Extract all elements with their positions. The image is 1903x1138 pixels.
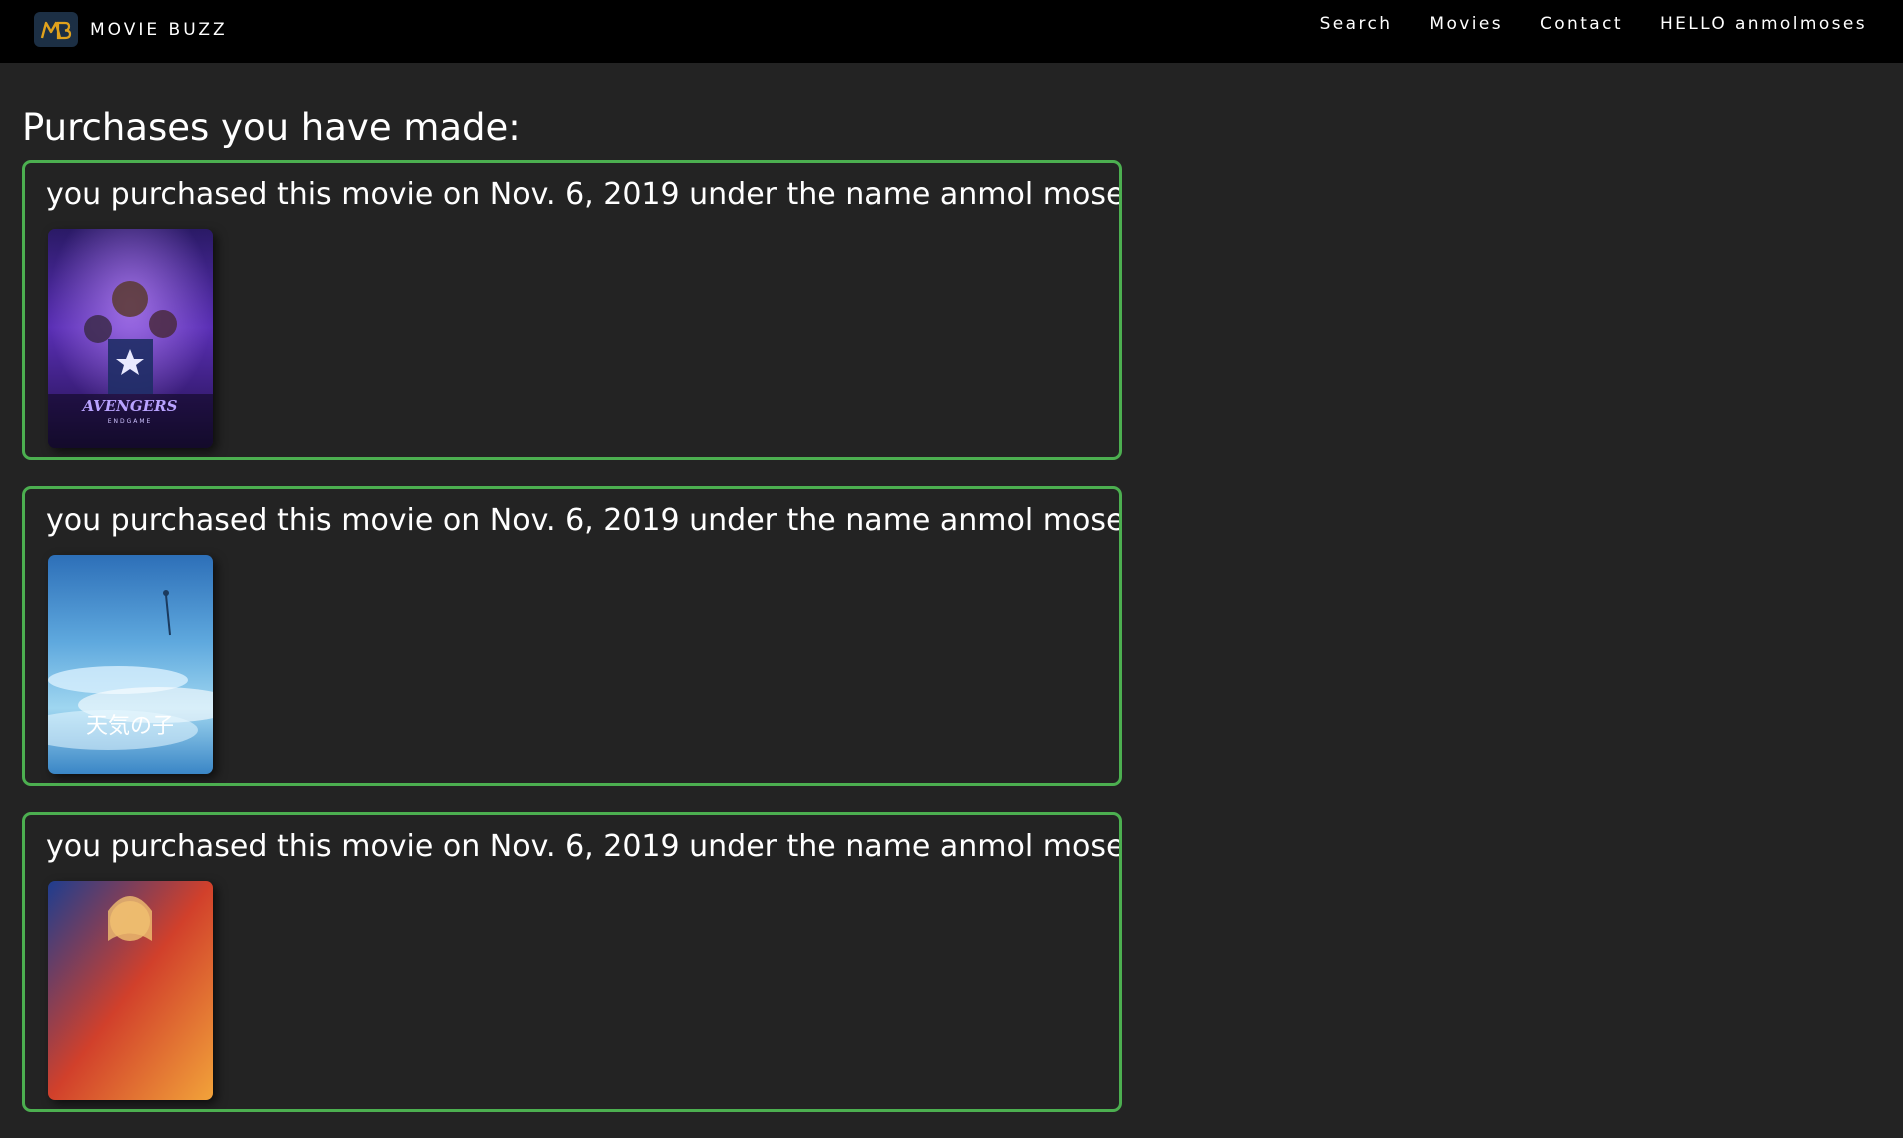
captain-marvel-poster[interactable] bbox=[48, 881, 213, 1100]
purchase-text: you purchased this movie on Nov. 6, 2019… bbox=[46, 829, 1122, 864]
avengers-endgame-poster[interactable]: AVENGERS ENDGAME bbox=[48, 229, 213, 448]
main-content: Purchases you have made: you purchased t… bbox=[22, 104, 1122, 1138]
brand-link[interactable]: MOVIE BUZZ bbox=[34, 12, 228, 47]
nav-links: Search Movies Contact HELLO anmolmoses bbox=[1283, 14, 1867, 34]
purchase-card: you purchased this movie on Nov. 6, 2019… bbox=[22, 160, 1122, 460]
brand-name: MOVIE BUZZ bbox=[90, 19, 228, 40]
nav-movies-link[interactable]: Movies bbox=[1429, 14, 1503, 34]
purchase-card: you purchased this movie on Nov. 6, 2019… bbox=[22, 812, 1122, 1112]
purchase-text: you purchased this movie on Nov. 6, 2019… bbox=[46, 177, 1122, 212]
purchase-text: you purchased this movie on Nov. 6, 2019… bbox=[46, 503, 1122, 538]
page-title: Purchases you have made: bbox=[22, 106, 521, 149]
nav-contact-link[interactable]: Contact bbox=[1540, 14, 1623, 34]
nav-search-link[interactable]: Search bbox=[1320, 14, 1393, 34]
weathering-with-you-poster[interactable]: 天気の子 bbox=[48, 555, 213, 774]
mb-logo-icon bbox=[34, 12, 78, 47]
svg-text:ENDGAME: ENDGAME bbox=[108, 418, 153, 425]
svg-text:天気の子: 天気の子 bbox=[86, 714, 174, 739]
nav-user-greeting[interactable]: HELLO anmolmoses bbox=[1660, 14, 1867, 34]
purchase-card: you purchased this movie on Nov. 6, 2019… bbox=[22, 486, 1122, 786]
navbar: MOVIE BUZZ Search Movies Contact HELLO a… bbox=[0, 0, 1903, 63]
svg-text:AVENGERS: AVENGERS bbox=[81, 397, 178, 415]
